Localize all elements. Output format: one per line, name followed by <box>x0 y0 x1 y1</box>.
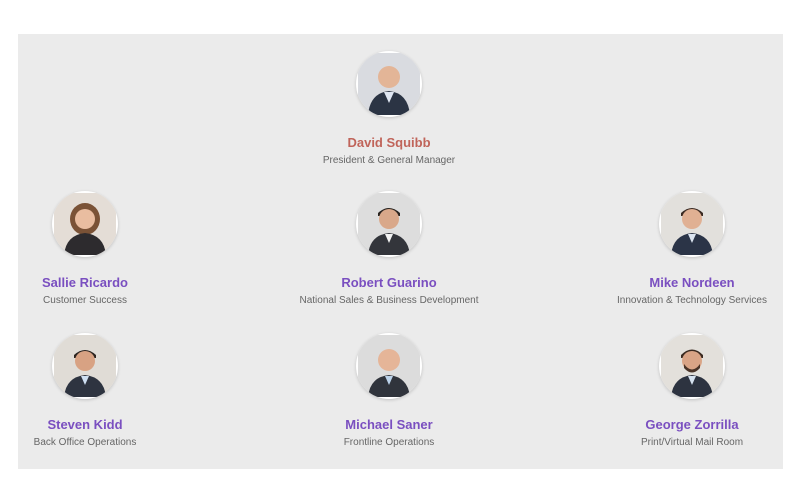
team-panel: David Squibb President & General Manager… <box>18 34 783 469</box>
member-name: George Zorrilla <box>645 417 739 432</box>
member-role: Back Office Operations <box>33 437 137 448</box>
member-name: Robert Guarino <box>341 275 437 290</box>
member-role: Innovation & Technology Services <box>617 295 767 306</box>
member-card: Robert Guarino National Sales & Business… <box>269 191 509 307</box>
member-name: Steven Kidd <box>47 417 123 432</box>
member-card: Sallie Ricardo Customer Success <box>0 191 205 307</box>
person-photo-icon <box>52 333 118 399</box>
member-role: Print/Virtual Mail Room <box>640 437 744 448</box>
member-role: National Sales & Business Development <box>299 295 479 306</box>
person-photo-icon <box>356 191 422 257</box>
leader-role: President & General Manager <box>322 155 456 166</box>
leader-name: David Squibb <box>347 135 431 150</box>
member-card: Mike Nordeen Innovation & Technology Ser… <box>572 191 800 307</box>
member-name: Mike Nordeen <box>649 275 735 290</box>
leader-card: David Squibb President & General Manager <box>269 51 509 167</box>
member-card: Michael Saner Frontline Operations <box>269 333 509 449</box>
member-role: Customer Success <box>43 295 127 306</box>
member-name: Sallie Ricardo <box>42 275 128 290</box>
person-photo-icon <box>659 191 725 257</box>
member-card: Steven Kidd Back Office Operations <box>0 333 205 449</box>
person-photo-icon <box>356 333 422 399</box>
person-photo-icon <box>356 51 422 117</box>
person-photo-icon <box>659 333 725 399</box>
member-role: Frontline Operations <box>343 437 435 448</box>
person-photo-icon <box>52 191 118 257</box>
member-name: Michael Saner <box>345 417 433 432</box>
member-card: George Zorrilla Print/Virtual Mail Room <box>572 333 800 449</box>
